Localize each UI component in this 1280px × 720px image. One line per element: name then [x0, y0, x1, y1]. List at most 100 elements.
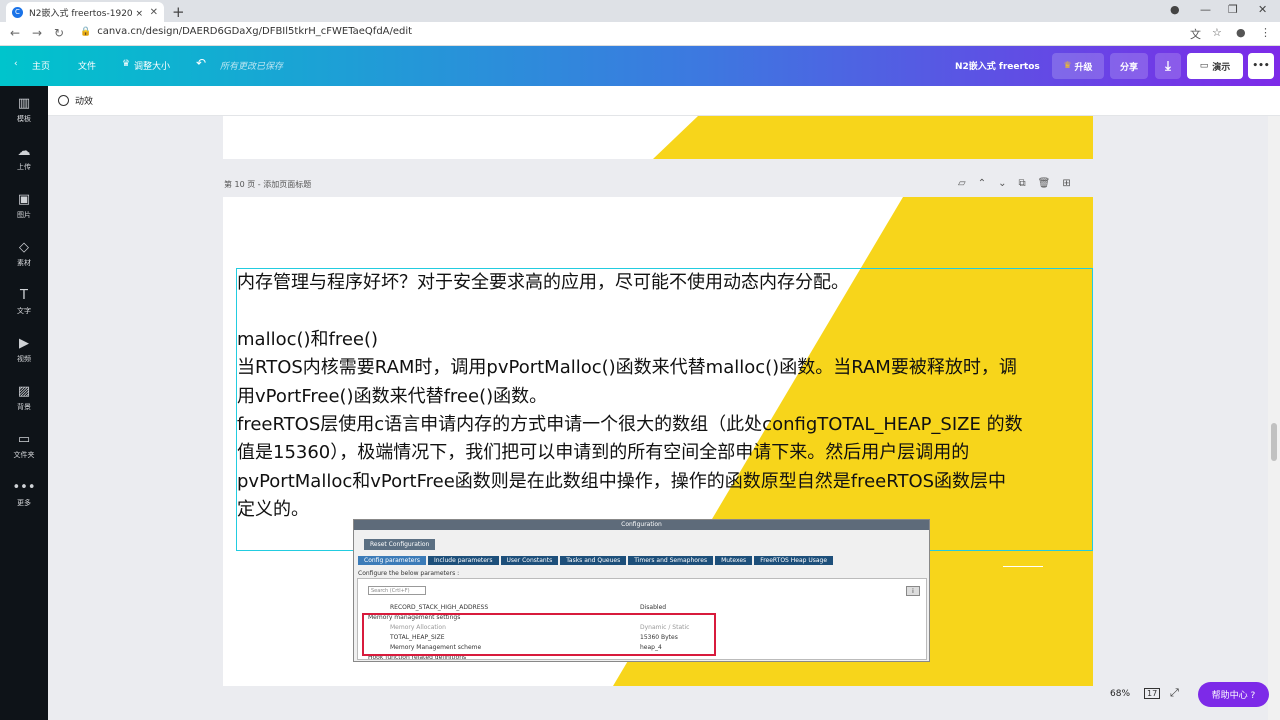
vertical-scrollbar[interactable] [1268, 116, 1280, 720]
upgrade-button[interactable]: ♛ 升级 [1052, 53, 1104, 79]
page-title-label[interactable]: 第 10 页 - 添加页面标题 [224, 179, 311, 190]
selected-text-box[interactable]: 内存管理与程序好坏？对于安全要求高的应用，尽可能不使用动态内存分配。 mallo… [236, 268, 1093, 551]
previous-page[interactable] [223, 116, 1093, 159]
file-menu[interactable]: 文件 [78, 59, 96, 72]
background-icon: ▨ [17, 384, 31, 399]
duplicate-page-icon[interactable]: ⧉ [1018, 178, 1025, 189]
url-text: canva.cn/design/DAERD6GDaXg/DFBIl5tkrH_c… [97, 26, 413, 37]
upload-icon: ☁ [17, 144, 31, 159]
minimize-icon[interactable]: — [1200, 3, 1211, 16]
scrollbar-thumb[interactable] [1271, 423, 1277, 461]
resize-button[interactable]: 调整大小 [134, 59, 170, 72]
close-tab-icon[interactable]: ✕ [150, 7, 158, 18]
screenshot-panel: Search (Crtl+F) i RECORD_STACK_HIGH_ADDR… [357, 578, 927, 661]
page-controls: ▱ ⌃ ⌄ ⧉ 🗑 ⊞ [958, 178, 1071, 189]
screenshot-search: Search (Crtl+F) [368, 586, 426, 595]
sidebar-item-video[interactable]: ▶ 视频 [0, 336, 48, 364]
move-up-icon[interactable]: ⌃ [978, 178, 986, 189]
image-icon: ▣ [17, 192, 31, 207]
present-button[interactable]: ▭ 演示 [1187, 53, 1243, 79]
reload-icon[interactable]: ↻ [54, 26, 64, 40]
delete-page-icon[interactable]: 🗑 [1038, 178, 1051, 189]
sidebar-item-label: 素材 [17, 259, 31, 267]
new-tab-button[interactable]: + [172, 3, 185, 21]
text-line: 值是15360），极端情况下，我们把可以申请到的所有空间全部申请下来。然后用户层… [237, 442, 970, 464]
crown-icon: ♛ [1063, 61, 1072, 71]
close-window-icon[interactable]: ✕ [1258, 3, 1267, 16]
undo-icon[interactable]: ↶ [196, 56, 206, 70]
folder-icon: ▭ [17, 432, 31, 447]
back-icon[interactable]: ← [10, 26, 20, 40]
sidebar-item-folders[interactable]: ▭ 文件夹 [0, 432, 48, 460]
sidebar-item-text[interactable]: T 文字 [0, 288, 48, 316]
yellow-shape [653, 116, 1093, 159]
browser-tab[interactable]: C N2嵌入式 freertos-1920 × 108 ✕ [6, 2, 164, 22]
screenshot-tab: Mutexes [715, 556, 753, 565]
context-toolbar: 动效 [48, 86, 1280, 116]
screenshot-tabs: Config parameters Include parameters Use… [358, 556, 834, 565]
sidebar-item-upload[interactable]: ☁ 上传 [0, 144, 48, 172]
account-icon[interactable]: ● [1236, 26, 1246, 39]
text-line: malloc()和free() [237, 328, 379, 350]
text-line: freeRTOS层使用c语言申请内存的方式申请一个很大的数组（此处configT… [237, 414, 1023, 436]
highlight-box [362, 613, 716, 656]
design-canvas[interactable]: 第 10 页 - 添加页面标题 ▱ ⌃ ⌄ ⧉ 🗑 ⊞ 内存管理与程序好坏？对于… [48, 116, 1268, 720]
restore-icon[interactable]: ❐ [1228, 3, 1238, 16]
fullscreen-icon[interactable]: ⤢ [1170, 686, 1179, 700]
sidebar-item-photos[interactable]: ▣ 图片 [0, 192, 48, 220]
save-status: 所有更改已保存 [220, 62, 284, 72]
sidebar-item-templates[interactable]: ▥ 模板 [0, 96, 48, 124]
page-10[interactable]: 内存管理与程序好坏？对于安全要求高的应用，尽可能不使用动态内存分配。 mallo… [223, 197, 1093, 686]
sidebar-item-label: 上传 [17, 163, 31, 171]
video-icon: ▶ [19, 336, 29, 351]
screenshot-title: Configuration [354, 520, 929, 530]
bookmark-star-icon[interactable]: ☆ [1212, 26, 1222, 39]
page-count[interactable]: 17 [1144, 688, 1161, 699]
text-line: 用vPortFree()函数来代替free()函数。 [237, 385, 548, 407]
animate-button[interactable]: 动效 [58, 94, 93, 107]
animate-label: 动效 [75, 97, 94, 107]
left-sidebar: ▥ 模板 ☁ 上传 ▣ 图片 ◇ 素材 T 文字 ▶ 视频 ▨ 背景 ▭ 文件夹… [0, 86, 48, 720]
reset-config-button: Reset Configuration [364, 539, 436, 550]
screenshot-tab: User Constants [500, 556, 559, 565]
embedded-screenshot[interactable]: Configuration Reset Configuration Config… [353, 519, 930, 662]
upgrade-label: 升级 [1074, 62, 1093, 73]
forward-icon[interactable]: → [32, 26, 42, 40]
lock-icon: 🔒 [80, 26, 92, 37]
sidebar-item-more[interactable]: ••• 更多 [0, 480, 48, 508]
zoom-level[interactable]: 68% [1110, 689, 1130, 699]
browser-menu-icon[interactable]: ⋮ [1260, 26, 1271, 39]
text-line: 当RTOS内核需要RAM时，调用pvPortMalloc()函数来代替mallo… [237, 357, 1017, 379]
sidebar-item-elements[interactable]: ◇ 素材 [0, 240, 48, 268]
screenshot-row-value: Disabled [640, 604, 667, 611]
share-button[interactable]: 分享 [1110, 53, 1148, 79]
design-title[interactable]: N2嵌入式 freertos [955, 59, 1040, 72]
sidebar-item-label: 模板 [17, 115, 31, 123]
sidebar-item-background[interactable]: ▨ 背景 [0, 384, 48, 412]
more-options-button[interactable]: ••• [1248, 53, 1274, 79]
profile-dot-icon[interactable]: ● [1170, 3, 1180, 16]
screenshot-tab: FreeRTOS Heap Usage [754, 556, 834, 565]
screenshot-tab: Include parameters [427, 556, 499, 565]
add-page-icon[interactable]: ⊞ [1062, 178, 1070, 189]
template-icon: ▥ [17, 96, 31, 111]
screenshot-hint: Configure the below parameters : [358, 570, 460, 577]
animate-icon [58, 95, 69, 106]
sidebar-item-label: 文字 [17, 307, 31, 315]
screenshot-row-name: RECORD_STACK_HIGH_ADDRESS [390, 604, 489, 611]
elements-icon: ◇ [19, 240, 29, 255]
move-down-icon[interactable]: ⌄ [998, 178, 1006, 189]
download-icon[interactable]: ⤓ [1155, 53, 1181, 79]
home-button[interactable]: 主页 [32, 59, 50, 72]
sidebar-item-label: 更多 [17, 499, 31, 507]
info-icon: i [906, 586, 920, 596]
translate-icon[interactable]: 文 [1190, 26, 1201, 42]
present-icon: ▭ [1199, 61, 1209, 71]
divider-line [1003, 566, 1043, 567]
url-field[interactable]: 🔒 canva.cn/design/DAERD6GDaXg/DFBIl5tkrH… [80, 26, 412, 37]
page-notes-icon[interactable]: ▱ [958, 178, 966, 189]
help-center-button[interactable]: 帮助中心 ? [1198, 682, 1269, 707]
screenshot-tab: Config parameters [358, 556, 426, 565]
resize-crown-icon: ♛ [122, 59, 131, 69]
home-chevron-icon[interactable]: ‹ [14, 59, 18, 69]
